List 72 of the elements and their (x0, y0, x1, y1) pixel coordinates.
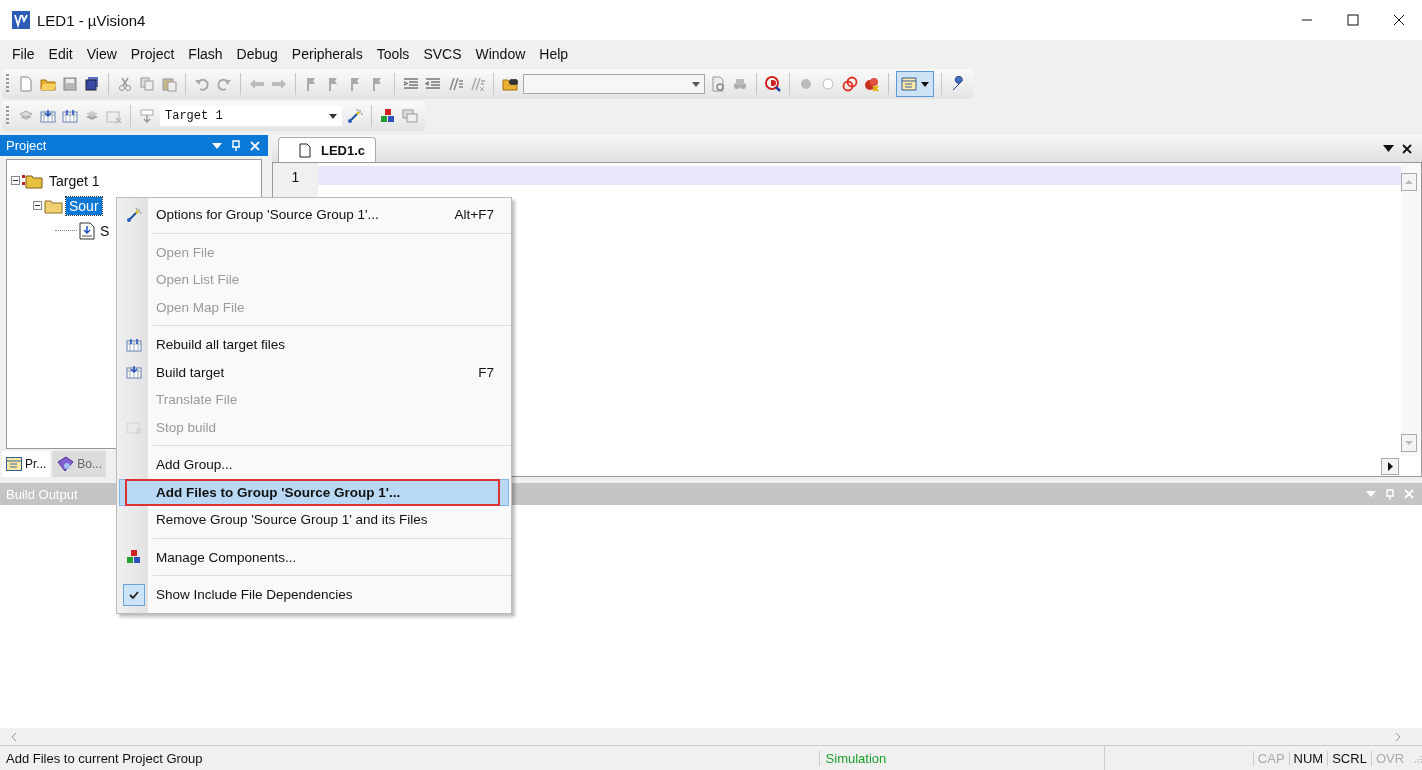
menu-item[interactable]: Flash (181, 45, 230, 62)
panel-tab[interactable]: Bo... (52, 451, 107, 477)
tree-item[interactable]: S (97, 221, 113, 240)
scroll-right-icon[interactable] (1381, 457, 1399, 475)
dropdown-icon[interactable] (1383, 145, 1394, 152)
window-title: LED1 - µVision4 (37, 11, 146, 29)
caret-icon (921, 81, 929, 87)
key-indicator: SCRL (1327, 750, 1371, 766)
key-indicator: NUM (1288, 750, 1328, 766)
magic-wand-icon (126, 206, 142, 223)
panel-title: Project (6, 138, 48, 153)
menu-item[interactable]: Manage Components... (119, 543, 509, 571)
folder-icon (44, 197, 64, 214)
menu-item[interactable]: Remove Group 'Source Group 1' and its Files (119, 506, 509, 534)
menu-item[interactable]: Project (123, 45, 182, 62)
build-icon (126, 364, 142, 381)
menu-item[interactable]: Help (532, 45, 576, 62)
new-file-icon[interactable] (17, 74, 35, 94)
magic-wand-icon[interactable] (346, 106, 364, 126)
collapse-toggle[interactable] (11, 176, 20, 185)
menu-item[interactable]: View (79, 45, 124, 62)
menu-item[interactable]: Add Files to Group 'Source Group 1'... (119, 478, 509, 506)
menu-item[interactable]: Options for Group 'Source Group 1'... Alt+F7 (119, 201, 509, 229)
caret-icon (329, 113, 337, 119)
menu-item[interactable]: File (5, 45, 42, 62)
menu-item[interactable]: Window (468, 45, 533, 62)
menu-item[interactable]: Peripherals (284, 45, 370, 62)
menu-item[interactable]: Add Group... (119, 451, 509, 479)
copy-icon[interactable] (138, 74, 156, 94)
scroll-up-icon[interactable] (1401, 173, 1417, 191)
status-message: Add Files to current Project Group (5, 750, 204, 766)
menu-item[interactable]: Build target F7 (119, 358, 509, 386)
components-icon (126, 549, 142, 566)
scroll-down-icon[interactable] (1401, 434, 1417, 452)
file-icon (79, 221, 95, 240)
menu-item[interactable]: Tools (369, 45, 417, 62)
project-window-icon (6, 457, 22, 471)
panel-title: Build Output (6, 486, 78, 502)
line-number: 1 (291, 169, 300, 187)
document-search-icon[interactable] (709, 74, 727, 94)
close-icon[interactable] (1402, 143, 1412, 154)
window-layout-button[interactable] (896, 71, 934, 97)
rebuild-icon (126, 336, 142, 353)
pin-icon[interactable] (232, 140, 240, 151)
menu-item[interactable]: Debug (229, 45, 285, 62)
vertical-scrollbar[interactable] (1401, 163, 1421, 456)
tree-item[interactable]: Target 1 (46, 171, 103, 190)
target-folder-icon (22, 172, 44, 189)
key-indicator: OVR (1370, 750, 1409, 766)
tree-item[interactable]: Sour (66, 196, 102, 215)
window-icon (901, 76, 917, 92)
status-mode: Simulation (818, 750, 1105, 766)
target-dropdown[interactable]: Target 1 (160, 106, 342, 126)
editor-tab[interactable]: LED1.c (278, 137, 377, 162)
pin-icon[interactable] (1386, 488, 1394, 500)
scroll-left-icon[interactable] (10, 731, 18, 742)
menu-item[interactable]: SVCS (416, 45, 469, 62)
menu-item[interactable]: Rebuild all target files (119, 331, 509, 359)
panel-tab[interactable]: Pr... (2, 451, 51, 477)
download-icon[interactable] (138, 106, 156, 126)
debug-icon[interactable] (764, 74, 782, 94)
menu-item[interactable]: Show Include File Dependencies (119, 581, 509, 609)
stop-build-icon (126, 419, 142, 436)
resize-grip-icon[interactable] (1412, 753, 1422, 763)
save-all-icon[interactable] (83, 74, 101, 94)
file-icon (299, 142, 311, 158)
key-indicator: CAP (1252, 750, 1289, 766)
breakpoints-icon[interactable] (841, 74, 859, 94)
app-logo-icon (12, 11, 30, 29)
menu-item[interactable]: Edit (41, 45, 80, 62)
collapse-toggle[interactable] (33, 201, 42, 210)
caret-icon (692, 81, 700, 87)
